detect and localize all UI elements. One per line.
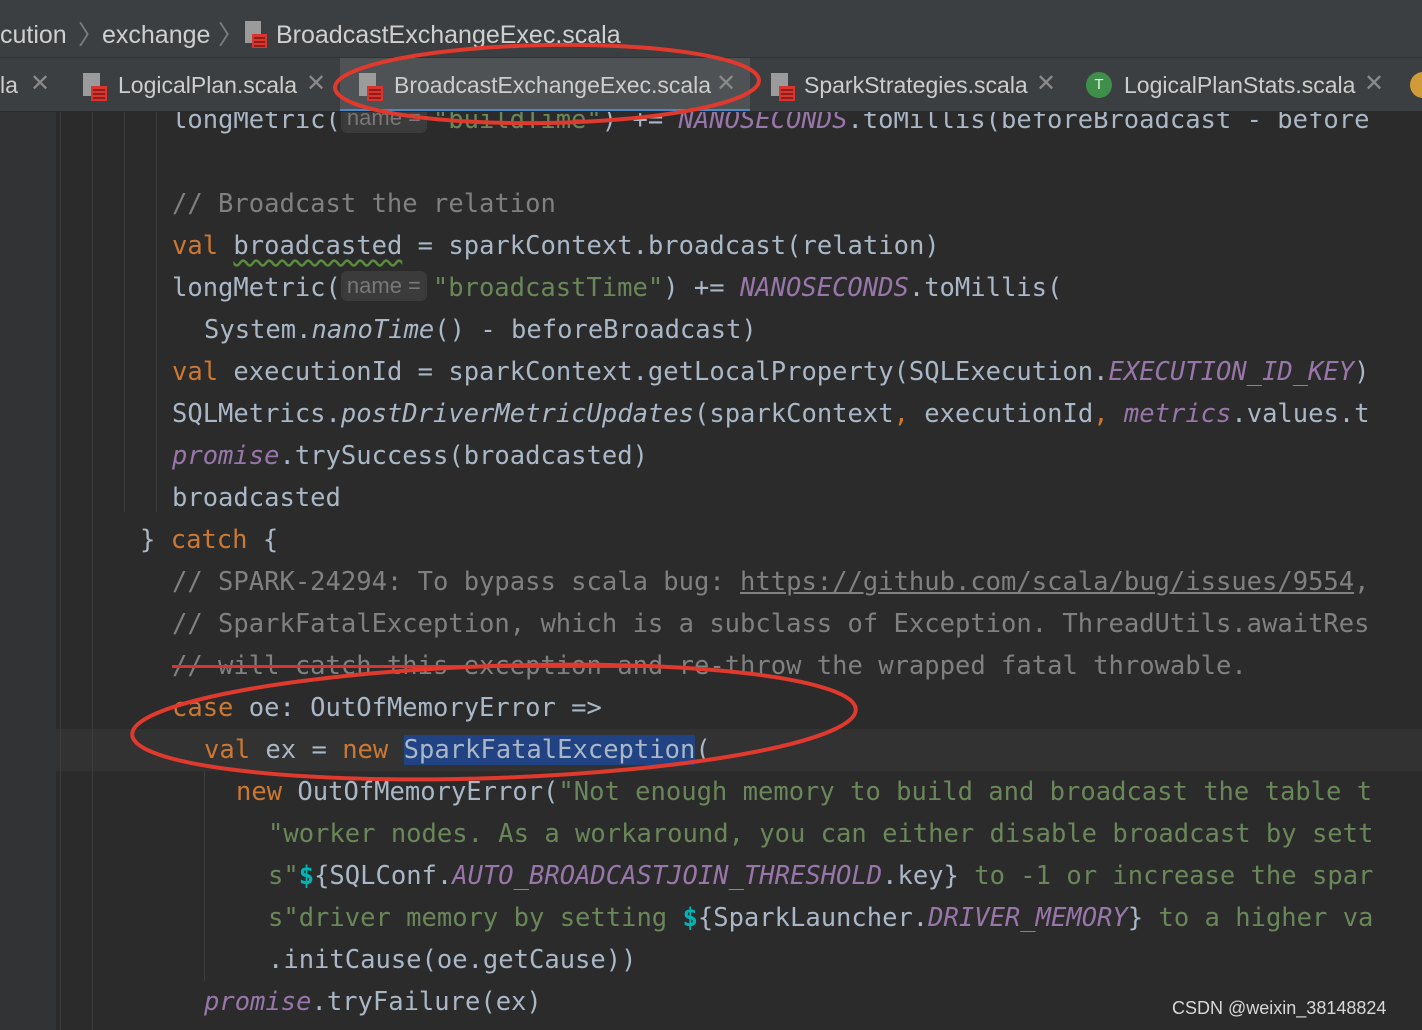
code-line: promise.trySuccess(broadcasted) xyxy=(172,441,648,471)
code-line: longMetric(name = "broadcastTime") += NAN… xyxy=(172,271,1063,303)
code-line: broadcasted xyxy=(172,483,341,513)
scala-file-icon xyxy=(245,21,267,48)
chevron-right-icon: 〉 xyxy=(218,20,245,50)
indent-guide xyxy=(204,771,205,981)
code-comment: // SparkFatalException, which is a subcl… xyxy=(172,609,1370,639)
scala-trait-icon: T xyxy=(1086,72,1112,98)
indent-guide xyxy=(60,112,61,1030)
code-line: promise.tryFailure(ex) xyxy=(204,987,542,1017)
parameter-hint: name = xyxy=(340,271,427,301)
breadcrumb-item-execution[interactable]: cution xyxy=(0,18,67,52)
code-comment: // will catch this exception and re-thro… xyxy=(172,651,1247,681)
tab-logicalplanstats[interactable]: T LogicalPlanStats.scala ✕ xyxy=(1072,58,1402,111)
scala-file-icon xyxy=(83,73,107,101)
scala-file-icon xyxy=(771,73,795,101)
breadcrumb-item-file[interactable]: BroadcastExchangeExec.scala xyxy=(276,18,621,52)
tab-label: BroadcastExchangeExec.scala xyxy=(394,72,712,98)
tab-label: LogicalPlanStats.scala xyxy=(1124,72,1356,98)
code-line: new OutOfMemoryError("Not enough memory … xyxy=(236,777,1373,807)
code-line: .initCause(oe.getCause)) xyxy=(268,945,637,975)
tab-label: SparkStrategies.scala xyxy=(804,72,1028,98)
code-comment: // SPARK-24294: To bypass scala bug: htt… xyxy=(172,567,1370,597)
code-line: val executionId = sparkContext.getLocalP… xyxy=(172,357,1370,387)
code-line: longMetric(name = "buildTime") += NANOSEC… xyxy=(172,112,1369,141)
close-icon[interactable]: ✕ xyxy=(716,69,736,99)
code-line: System.nanoTime() - beforeBroadcast) xyxy=(204,315,757,345)
breadcrumb: cution 〉 exchange 〉 BroadcastExchangeExe… xyxy=(0,0,1422,58)
code-line: s"${SQLConf.AUTO_BROADCASTJOIN_THRESHOLD… xyxy=(268,861,1374,891)
close-icon[interactable]: ✕ xyxy=(1364,69,1384,99)
editor-gutter[interactable] xyxy=(0,112,56,1030)
editor-tabs: la ✕ LogicalPlan.scala ✕ BroadcastExchan… xyxy=(0,58,1422,112)
selected-text: SparkFatalException xyxy=(403,735,696,765)
chevron-right-icon: 〉 xyxy=(78,20,105,50)
code-editor[interactable]: longMetric(name = "buildTime") += NANOSEC… xyxy=(56,112,1422,1030)
scala-object-icon[interactable] xyxy=(1410,72,1422,98)
parameter-hint: name = xyxy=(340,112,427,133)
tab-la[interactable]: la ✕ xyxy=(0,58,72,111)
code-line: case oe: OutOfMemoryError => xyxy=(172,693,602,723)
tab-sparkstrategies[interactable]: SparkStrategies.scala ✕ xyxy=(756,58,1072,111)
code-line: } catch { xyxy=(140,525,279,555)
close-icon[interactable]: ✕ xyxy=(306,69,326,99)
indent-guide xyxy=(156,112,157,512)
close-icon[interactable]: ✕ xyxy=(30,69,50,99)
code-line: SQLMetrics.postDriverMetricUpdates(spark… xyxy=(172,399,1370,429)
breadcrumb-item-exchange[interactable]: exchange xyxy=(102,18,210,52)
variable-broadcasted: broadcasted xyxy=(233,231,403,261)
code-comment: // Broadcast the relation xyxy=(172,189,556,219)
watermark: CSDN @weixin_38148824 xyxy=(1172,998,1387,1018)
code-line: "worker nodes. As a workaround, you can … xyxy=(268,819,1374,849)
code-line: s"driver memory by setting ${SparkLaunch… xyxy=(268,903,1374,933)
tab-label: LogicalPlan.scala xyxy=(118,72,298,98)
code-line: val ex = new SparkFatalException( xyxy=(204,735,711,765)
issue-link[interactable]: https://github.com/scala/bug/issues/9554 xyxy=(740,567,1354,597)
indent-guide xyxy=(124,112,125,512)
tab-broadcastexchangeexec[interactable]: BroadcastExchangeExec.scala ✕ xyxy=(340,58,750,111)
tab-logicalplan[interactable]: LogicalPlan.scala ✕ xyxy=(72,58,334,111)
tab-label: la xyxy=(0,72,18,98)
close-icon[interactable]: ✕ xyxy=(1036,69,1056,99)
scala-file-icon xyxy=(359,73,383,101)
code-line: val broadcasted = sparkContext.broadcast… xyxy=(172,231,940,261)
indent-guide xyxy=(92,112,93,1030)
